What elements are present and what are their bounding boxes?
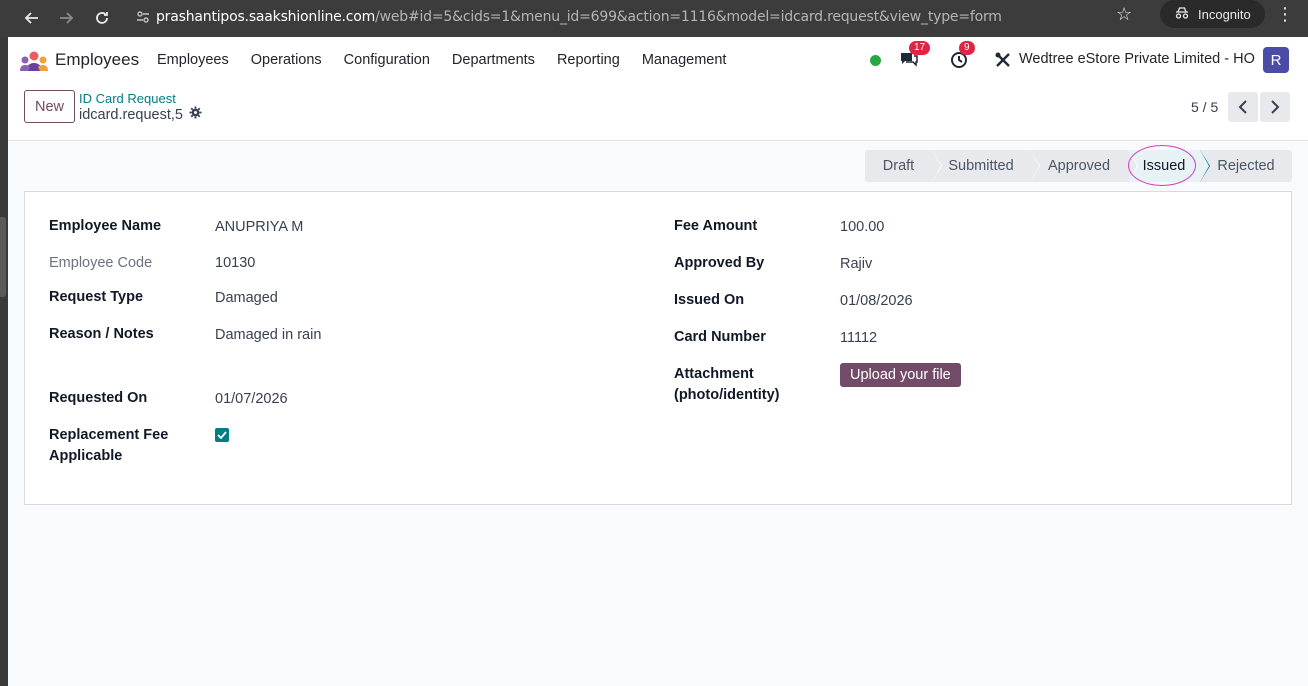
record-title: idcard.request,5: [79, 106, 202, 123]
url-text: prashantipos.saakshionline.com/web#id=5&…: [156, 9, 1002, 25]
messages-count-badge: 17: [909, 41, 931, 55]
upload-file-button[interactable]: Upload your file: [840, 363, 961, 387]
employee-code-label: Employee Code: [49, 255, 153, 271]
incognito-indicator[interactable]: Incognito: [1160, 0, 1265, 28]
activities-clock-icon[interactable]: 9: [949, 41, 975, 70]
approved-by-field[interactable]: Rajiv: [840, 254, 872, 275]
pager-value[interactable]: 5 / 5: [1191, 99, 1218, 115]
menu-configuration[interactable]: Configuration: [344, 52, 430, 68]
menu-employees[interactable]: Employees: [157, 52, 229, 68]
chevron-left-icon: [1238, 100, 1247, 114]
company-switcher[interactable]: Wedtree eStore Private Limited - HO: [1019, 51, 1255, 67]
control-panel: New ID Card Request idcard.request,5 5 /…: [8, 83, 1308, 141]
app-title[interactable]: Employees: [55, 50, 139, 70]
stage-submitted[interactable]: Submitted: [932, 150, 1040, 182]
gear-icon[interactable]: [189, 106, 202, 123]
left-edge-strip: [0, 37, 8, 686]
attachment-label: Attachment (photo/identity): [674, 364, 780, 406]
reload-icon[interactable]: [84, 4, 120, 32]
employee-name-label: Employee Name: [49, 218, 162, 234]
breadcrumb[interactable]: ID Card Request: [79, 91, 176, 106]
pager-next-button[interactable]: [1260, 92, 1290, 122]
card-number-label: Card Number: [674, 329, 766, 345]
replacement-fee-label: Replacement Fee Applicable: [49, 425, 168, 467]
reason-field[interactable]: Damaged in rain: [215, 325, 321, 346]
tools-icon[interactable]: [993, 50, 1013, 70]
stage-label: Approved: [1047, 158, 1111, 174]
fee-amount-field[interactable]: 100.00: [840, 217, 884, 238]
employee-name-field[interactable]: ANUPRIYA M: [215, 217, 303, 238]
url-host: prashantipos.saakshionline.com: [156, 9, 376, 25]
bookmark-star-icon[interactable]: ☆: [1116, 4, 1132, 25]
replacement-fee-label-line1: Replacement Fee: [49, 427, 169, 443]
main-menu: Employees Operations Configuration Depar…: [157, 37, 748, 83]
menu-departments[interactable]: Departments: [452, 52, 535, 68]
requested-on-label: Requested On: [49, 390, 148, 406]
chevron-right-icon: [1271, 100, 1280, 114]
back-icon[interactable]: [14, 4, 50, 32]
app-navbar: Employees Employees Operations Configura…: [8, 37, 1308, 83]
browser-toolbar: prashantipos.saakshionline.com/web#id=5&…: [0, 0, 1308, 37]
stage-draft[interactable]: Draft: [865, 150, 942, 182]
online-status-dot: [870, 54, 881, 66]
replacement-fee-checkbox[interactable]: [215, 428, 229, 442]
new-button[interactable]: New: [24, 90, 75, 123]
attachment-label-line2: (photo/identity): [674, 387, 780, 403]
url-path: /web#id=5&cids=1&menu_id=699&action=1116…: [375, 9, 1002, 25]
status-bar: Draft Submitted Approved Issued Rejected: [865, 145, 1292, 186]
stage-issued[interactable]: Issued: [1128, 150, 1210, 182]
systray: 17 9: [868, 37, 1013, 83]
menu-operations[interactable]: Operations: [251, 52, 322, 68]
menu-reporting[interactable]: Reporting: [557, 52, 620, 68]
attachment-label-line1: Attachment: [674, 366, 754, 382]
record-name: idcard.request,5: [79, 106, 183, 123]
issued-on-label: Issued On: [674, 292, 745, 308]
browser-menu-icon[interactable]: ⋮: [1276, 4, 1294, 25]
stage-label: Rejected: [1217, 158, 1275, 174]
replacement-fee-label-line2: Applicable: [49, 448, 123, 464]
card-number-field[interactable]: 11112: [840, 328, 877, 349]
checkmark-icon: [217, 431, 227, 439]
stage-label: Draft: [882, 158, 915, 174]
user-avatar[interactable]: R: [1263, 47, 1289, 73]
stage-label: Submitted: [948, 158, 1014, 174]
request-type-label: Request Type: [49, 289, 144, 305]
stage-rejected[interactable]: Rejected: [1200, 150, 1292, 182]
edge-handle: [0, 217, 6, 297]
incognito-icon: [1174, 6, 1190, 23]
form-sheet: Employee Name ANUPRIYA M Employee Code 1…: [24, 191, 1292, 505]
menu-management[interactable]: Management: [642, 52, 727, 68]
incognito-label: Incognito: [1198, 6, 1251, 22]
forward-icon[interactable]: [48, 4, 84, 32]
stage-approved[interactable]: Approved: [1030, 150, 1138, 182]
stage-label: Issued: [1142, 158, 1186, 174]
approved-by-label: Approved By: [674, 255, 765, 271]
employees-app-icon[interactable]: [20, 51, 48, 71]
issued-on-field[interactable]: 01/08/2026: [840, 291, 913, 312]
messages-icon[interactable]: 17: [899, 41, 931, 70]
request-type-field[interactable]: Damaged: [215, 288, 278, 309]
site-info-icon[interactable]: [130, 10, 156, 24]
form-view: Draft Submitted Approved Issued Rejected…: [8, 142, 1308, 686]
requested-on-field[interactable]: 01/07/2026: [215, 389, 288, 410]
fee-amount-label: Fee Amount: [674, 218, 758, 234]
pager-previous-button[interactable]: [1228, 92, 1258, 122]
activities-count-badge: 9: [959, 41, 975, 55]
address-bar[interactable]: prashantipos.saakshionline.com/web#id=5&…: [130, 3, 1150, 31]
employee-code-field: 10130: [215, 255, 256, 271]
reason-label: Reason / Notes: [49, 326, 154, 342]
